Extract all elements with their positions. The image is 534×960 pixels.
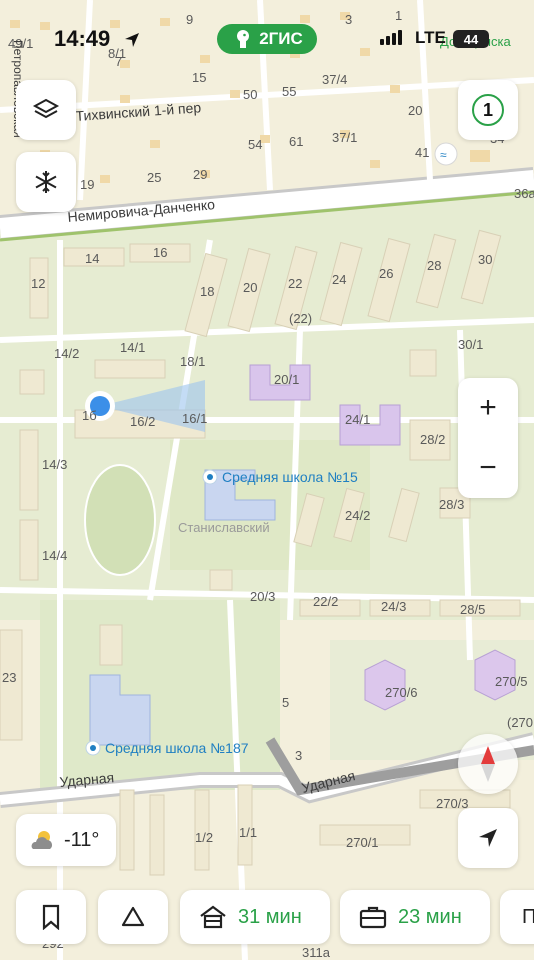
house-number: 18 — [200, 284, 214, 299]
house-number: 50 — [243, 87, 257, 102]
house-number: 28 — [427, 258, 441, 273]
zoom-controls: + − — [458, 378, 518, 498]
navigation-arrow-icon — [479, 829, 497, 847]
house-number: 1/1 — [239, 825, 257, 840]
route-home-button[interactable]: 31 мин — [180, 890, 330, 944]
zoom-out-button[interactable]: − — [458, 438, 518, 498]
compass-icon — [481, 746, 495, 782]
house-number: 14 — [85, 251, 99, 266]
briefcase-icon — [359, 906, 387, 929]
house-number: 16/1 — [182, 411, 207, 426]
house-number: 25 — [147, 170, 161, 185]
house-number: 41 — [415, 145, 429, 160]
house-number: 5 — [282, 695, 289, 710]
house-number: 1 — [395, 8, 402, 23]
house-number: 55 — [282, 84, 296, 99]
my-location-button[interactable] — [458, 808, 518, 868]
svg-text:Средняя школа №15: Средняя школа №15 — [222, 469, 358, 485]
house-number: 30/1 — [458, 337, 483, 352]
network-type: LTE — [415, 28, 446, 47]
minus-icon: − — [479, 451, 497, 484]
house-number: 15 — [192, 70, 206, 85]
house-number: 16/2 — [130, 414, 155, 429]
brand-badge[interactable]: 2ГИС — [217, 24, 317, 54]
temperature: -11° — [64, 828, 100, 851]
house-number: 28/3 — [439, 497, 464, 512]
location-arrow-icon — [125, 33, 139, 47]
house-number: 3 — [295, 748, 302, 763]
svg-text:≈: ≈ — [440, 148, 447, 162]
house-number: 19 — [80, 177, 94, 192]
house-number: 14/2 — [54, 346, 79, 361]
house-number: 311а — [302, 945, 331, 960]
status-bar: 14:49 2ГИС LTE 44 — [0, 24, 534, 58]
street-label: Станиславский — [178, 520, 270, 535]
house-number: 270/6 — [385, 685, 418, 700]
house-number: 24/1 — [345, 412, 370, 427]
house-number: 22/2 — [313, 594, 338, 609]
snowflake-icon — [35, 171, 57, 193]
house-number: 37/1 — [332, 130, 357, 145]
cellular-signal-icon — [380, 30, 402, 45]
house-number: 26 — [379, 266, 393, 281]
house-number: 24/2 — [345, 508, 370, 523]
brand-name: 2ГИС — [259, 29, 303, 48]
more-shortcut-button[interactable]: П — [500, 890, 534, 944]
house-number: (22) — [289, 311, 312, 326]
house-number: 12 — [31, 276, 45, 291]
house-number: 54 — [248, 137, 262, 152]
house-number: 20 — [408, 103, 422, 118]
house-number: 20 — [243, 280, 257, 295]
house-number: 270/5 — [495, 674, 528, 689]
winter-mode-button[interactable] — [16, 152, 76, 212]
2gis-logo-icon — [237, 30, 250, 48]
more-shortcut-label: П — [522, 905, 534, 928]
compass-button[interactable] — [458, 734, 518, 794]
house-number: 30 — [478, 252, 492, 267]
house-number: 29 — [193, 167, 207, 182]
route-work-button[interactable]: 23 мин — [340, 890, 490, 944]
house-number: 37/4 — [322, 72, 347, 87]
house-number: 1б — [82, 408, 97, 423]
house-number: 61 — [289, 134, 303, 149]
poi-school-15[interactable]: Средняя школа №15 — [202, 469, 358, 485]
home-travel-time: 31 мин — [238, 905, 302, 928]
house-number: 1/2 — [195, 830, 213, 845]
house-number: 14/1 — [120, 340, 145, 355]
weather-widget[interactable]: -11° — [16, 814, 116, 866]
house-number: 36а — [514, 186, 534, 201]
routes-count-button[interactable]: 1 — [458, 80, 518, 140]
bus-stop-icon[interactable]: ≈ — [434, 142, 458, 166]
house-number: 28/2 — [420, 432, 445, 447]
house-number: 22 — [288, 276, 302, 291]
house-number: 18/1 — [180, 354, 205, 369]
work-travel-time: 23 мин — [398, 905, 462, 928]
bookmarks-button[interactable] — [16, 890, 86, 944]
poi-school-187[interactable]: Средняя школа №187 — [85, 740, 249, 756]
triangle-icon — [121, 906, 145, 927]
plus-icon: + — [479, 391, 497, 424]
house-number: 24/3 — [381, 599, 406, 614]
zoom-in-button[interactable]: + — [458, 378, 518, 438]
navigator-button[interactable] — [98, 890, 168, 944]
house-number: 20/1 — [274, 372, 299, 387]
house-number: 24 — [332, 272, 346, 287]
house-number: 14/3 — [42, 457, 67, 472]
clock: 14:49 — [54, 26, 111, 51]
house-number: 14/4 — [42, 548, 67, 563]
battery-indicator: 44 — [453, 30, 489, 48]
partly-cloudy-icon — [31, 831, 52, 849]
house-number: 16 — [153, 245, 167, 260]
bookmark-icon — [42, 904, 60, 930]
house-number: 20/3 — [250, 589, 275, 604]
layers-button[interactable] — [16, 80, 76, 140]
house-number: 270/1 — [346, 835, 379, 850]
house-number: (270 — [507, 715, 533, 730]
layers-icon — [32, 98, 60, 119]
house-number: 28/5 — [460, 602, 485, 617]
house-number: 23 — [2, 670, 16, 685]
home-icon — [200, 905, 226, 929]
routes-count: 1 — [472, 94, 504, 126]
svg-text:Средняя школа №187: Средняя школа №187 — [105, 740, 249, 756]
